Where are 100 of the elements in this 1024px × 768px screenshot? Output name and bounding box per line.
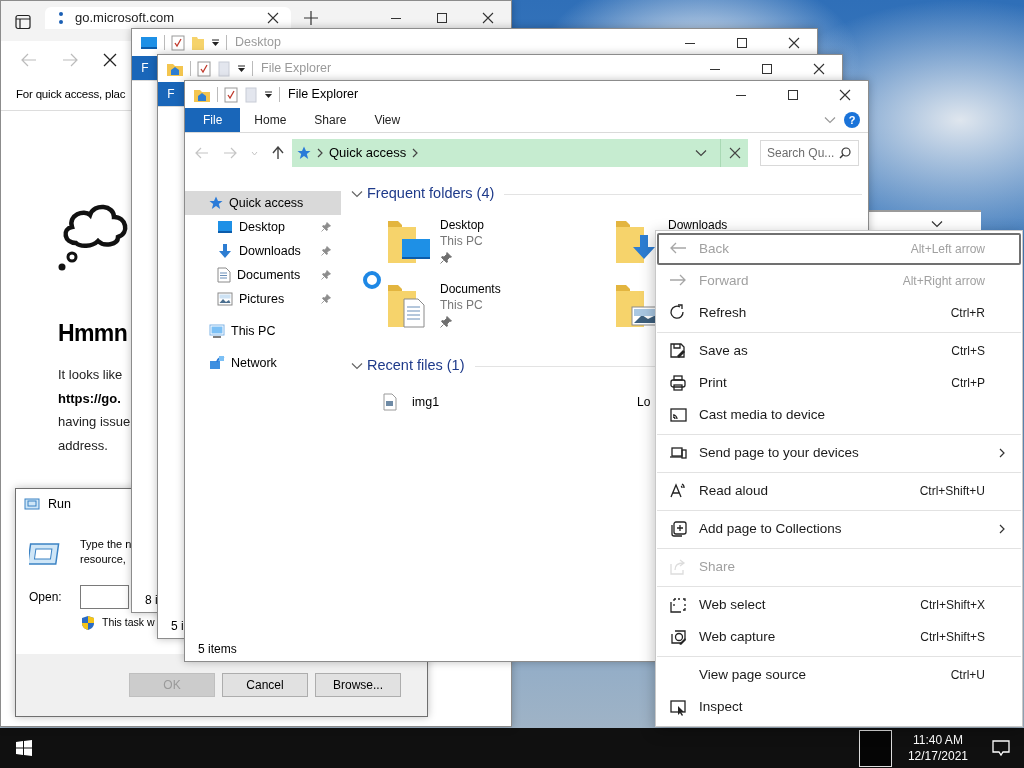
menu-item[interactable]: Read aloud Ctrl+Shift+U xyxy=(657,475,1021,507)
folder-name: Documents xyxy=(440,281,501,297)
file-menu-tab[interactable]: F xyxy=(132,56,159,80)
tab-actions-icon[interactable] xyxy=(15,14,31,30)
properties-icon[interactable] xyxy=(224,86,238,103)
properties-icon[interactable] xyxy=(171,34,185,51)
stop-icon[interactable] xyxy=(103,53,117,67)
status-text: 8 i xyxy=(145,592,158,609)
nav-item[interactable]: Documents xyxy=(185,263,341,287)
file-menu-tab[interactable]: F xyxy=(158,82,185,106)
menu-item[interactable]: Cast media to device xyxy=(657,399,1021,431)
browser-tab[interactable]: go.microsoft.com xyxy=(45,7,291,29)
close-icon[interactable] xyxy=(788,36,800,49)
star-icon xyxy=(209,196,223,210)
dialog-button[interactable]: Cancel xyxy=(222,673,308,697)
web-capture-icon xyxy=(669,628,687,646)
windows-logo-icon[interactable] xyxy=(16,740,32,756)
error-text: having issue xyxy=(58,413,131,431)
search-box[interactable]: Search Qu... xyxy=(760,140,859,166)
section-header: Recent files (1) xyxy=(367,356,465,376)
dialog-text: Type the n xyxy=(80,537,132,552)
menu-item[interactable]: View page source Ctrl+U xyxy=(657,659,1021,691)
network-icon xyxy=(209,355,225,371)
up-icon[interactable] xyxy=(272,146,284,160)
properties-icon[interactable] xyxy=(197,60,211,77)
dialog-text: resource, xyxy=(80,552,127,567)
file-menu-tab[interactable]: File xyxy=(185,108,241,132)
caret-down-icon[interactable] xyxy=(264,90,273,99)
collections-icon xyxy=(669,520,687,538)
window-title: File Explorer xyxy=(261,60,332,78)
new-tab-icon[interactable] xyxy=(304,11,318,25)
caret-down-icon[interactable] xyxy=(237,64,246,73)
maximize-icon[interactable] xyxy=(787,88,799,101)
search-icon[interactable] xyxy=(839,147,851,159)
chevron-down-icon[interactable] xyxy=(694,149,707,157)
window-title: Run xyxy=(48,495,71,513)
menu-item[interactable]: Inspect xyxy=(657,691,1021,723)
menu-item[interactable]: Web select Ctrl+Shift+X xyxy=(657,589,1021,621)
monitor-icon[interactable] xyxy=(140,35,158,50)
open-field[interactable] xyxy=(79,585,129,609)
nav-item[interactable]: Desktop xyxy=(185,215,341,239)
error-text: address. xyxy=(58,436,108,455)
close-icon[interactable] xyxy=(482,12,494,24)
status-text: 5 i xyxy=(171,618,184,635)
maximize-icon[interactable] xyxy=(436,12,448,24)
error-heading: Hmmn xyxy=(58,319,128,347)
error-text: https://go. xyxy=(58,389,121,408)
favorites-hint: For quick access, plac xyxy=(16,86,126,102)
picture-icon xyxy=(217,292,233,306)
image-file-icon xyxy=(383,393,397,411)
status-text: 5 items xyxy=(198,641,237,658)
download-arrow-icon xyxy=(217,243,233,259)
help-button[interactable]: ? xyxy=(844,112,860,128)
nav-item[interactable]: Pictures xyxy=(185,287,341,311)
nav-item[interactable]: This PC xyxy=(185,319,341,343)
folder-location: This PC xyxy=(440,233,484,249)
chevron-right-icon[interactable] xyxy=(412,148,419,158)
menu-item[interactable]: Web capture Ctrl+Shift+S xyxy=(657,621,1021,653)
folder-name: Downloads xyxy=(668,217,728,233)
run-icon xyxy=(24,498,40,510)
file-location: Lo xyxy=(637,394,651,411)
menu-item[interactable]: Send page to your devices xyxy=(657,437,1021,469)
notification-icon[interactable] xyxy=(992,739,1010,757)
caret-down-icon[interactable] xyxy=(211,38,220,47)
chevron-down-icon[interactable] xyxy=(351,362,363,370)
nav-item[interactable]: Downloads xyxy=(185,239,341,263)
refresh-icon xyxy=(669,304,687,322)
maximize-icon[interactable] xyxy=(761,62,773,75)
chevron-down-icon[interactable] xyxy=(931,220,943,228)
ribbon-tab[interactable]: Share xyxy=(300,108,361,132)
menu-item[interactable]: Refresh Ctrl+R xyxy=(657,297,1021,329)
menu-item[interactable]: Print Ctrl+P xyxy=(657,367,1021,399)
close-icon[interactable] xyxy=(728,147,741,159)
task-thumbnail[interactable] xyxy=(858,729,892,767)
clock-button[interactable]: 11:40 AM 12/17/2021 xyxy=(897,732,978,764)
window-title: File Explorer xyxy=(288,86,359,104)
save-icon xyxy=(669,342,687,360)
nav-item[interactable]: Network xyxy=(185,351,341,375)
cast-icon xyxy=(669,406,687,424)
chevron-right-icon[interactable] xyxy=(317,148,323,158)
ribbon-tab[interactable]: Home xyxy=(240,108,301,132)
maximize-icon[interactable] xyxy=(736,36,748,49)
menu-item[interactable]: Save as Ctrl+S xyxy=(657,335,1021,367)
nav-item[interactable]: Quick access xyxy=(185,191,341,215)
share-icon xyxy=(669,558,687,576)
read-aloud-icon xyxy=(669,482,687,500)
section-header: Frequent folders (4) xyxy=(367,184,495,204)
close-icon[interactable] xyxy=(267,12,279,24)
dialog-note: This task w xyxy=(102,615,155,631)
ribbon-tab[interactable]: View xyxy=(360,108,415,132)
close-icon[interactable] xyxy=(813,62,825,75)
address-bar[interactable]: Quick access xyxy=(292,139,748,167)
inspect-icon xyxy=(669,698,687,716)
search-field[interactable]: Search Qu... xyxy=(767,142,839,164)
printer-icon xyxy=(669,374,687,392)
menu-item[interactable]: Add page to Collections xyxy=(657,513,1021,545)
dialog-button[interactable]: Browse... xyxy=(315,673,401,697)
web-select-icon xyxy=(669,596,687,614)
close-icon[interactable] xyxy=(839,88,851,101)
chevron-down-icon[interactable] xyxy=(351,190,363,198)
